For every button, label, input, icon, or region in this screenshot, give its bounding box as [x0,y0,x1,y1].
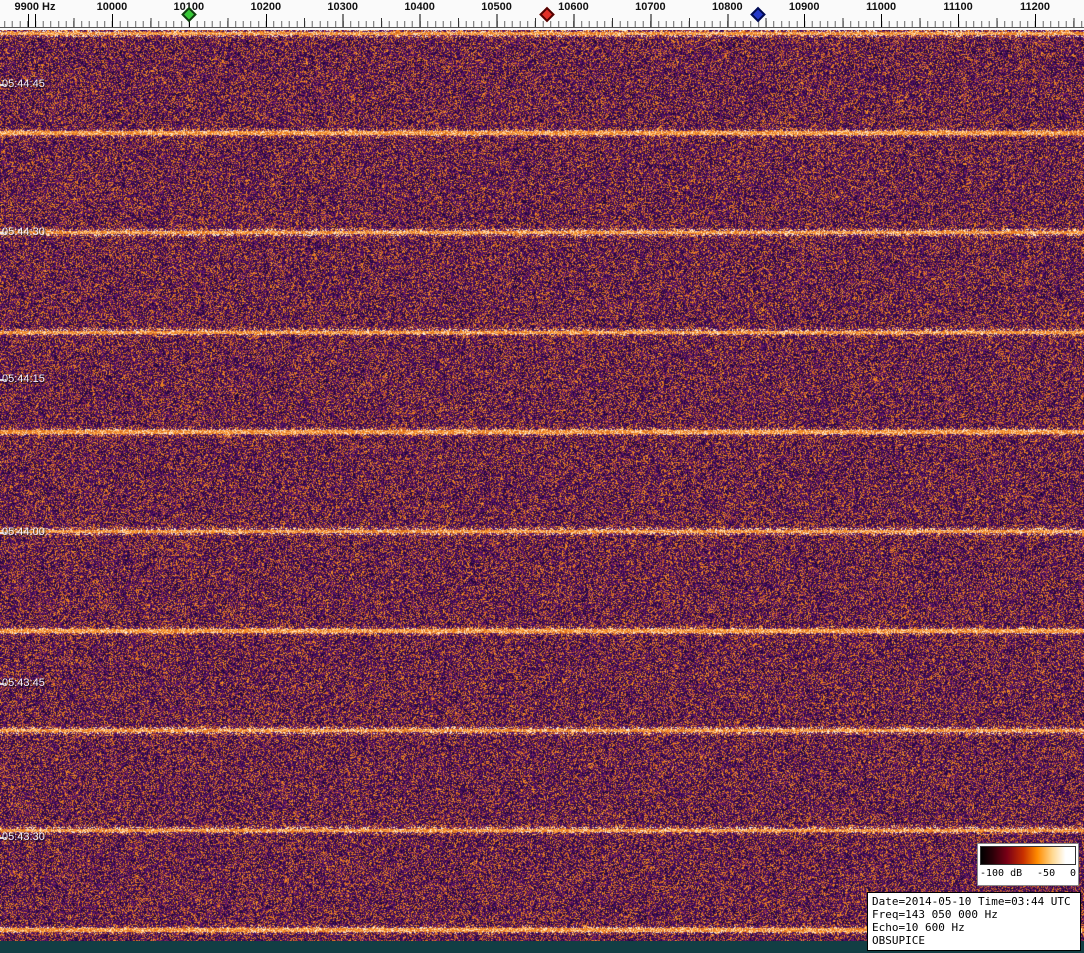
freq-tick-label: 10500 [481,1,512,13]
freq-tick-label: 9900 Hz [15,1,56,13]
legend-max-label: 0 [1070,867,1076,881]
waterfall-display: 05:44:45 05:44:30 05:44:15 05:44:00 05:43:45… [0,30,1084,953]
time-label: 05:44:45 [2,78,45,90]
axis-baseline [0,27,1084,28]
freq-tick-label: 10800 [712,1,743,13]
freq-tick-label: 10700 [635,1,666,13]
frequency-axis: 9900 Hz100001010010200103001040010500106… [0,0,1084,30]
info-frequency: Freq=143 050 000 Hz [872,908,1076,921]
time-label: 05:44:15 [2,373,45,385]
time-label: 05:43:45 [2,677,45,689]
time-label: 05:43:30 [2,831,45,843]
freq-tick-label: 10000 [97,1,128,13]
info-echo: Echo=10 600 Hz [872,921,1076,934]
spectrogram-canvas [0,30,1084,941]
time-label: 05:44:30 [2,226,45,238]
freq-tick-label: 11100 [943,1,972,13]
legend-labels: -100 dB -50 0 [978,867,1078,881]
time-label: 05:44:00 [2,526,45,538]
spectrogram-app-window: 9900 Hz100001010010200103001040010500106… [0,0,1084,953]
freq-tick-label: 10200 [250,1,281,13]
freq-tick-label: 11000 [866,1,896,13]
legend-mid-label: -50 [1037,867,1055,881]
info-date-time: Date=2014-05-10 Time=03:44 UTC [872,895,1076,908]
info-station: OBSUPICE [872,934,1076,947]
freq-tick-label: 10400 [404,1,435,13]
observation-info-box: Date=2014-05-10 Time=03:44 UTC Freq=143 … [867,892,1081,951]
freq-tick-label: 10600 [558,1,589,13]
freq-tick-label: 10900 [789,1,820,13]
freq-tick-label: 10300 [327,1,358,13]
legend-min-label: -100 dB [980,867,1022,881]
db-color-scale-legend: -100 dB -50 0 [977,843,1079,886]
colormap-gradient-bar [980,846,1076,865]
freq-tick-label: 11200 [1020,1,1050,13]
